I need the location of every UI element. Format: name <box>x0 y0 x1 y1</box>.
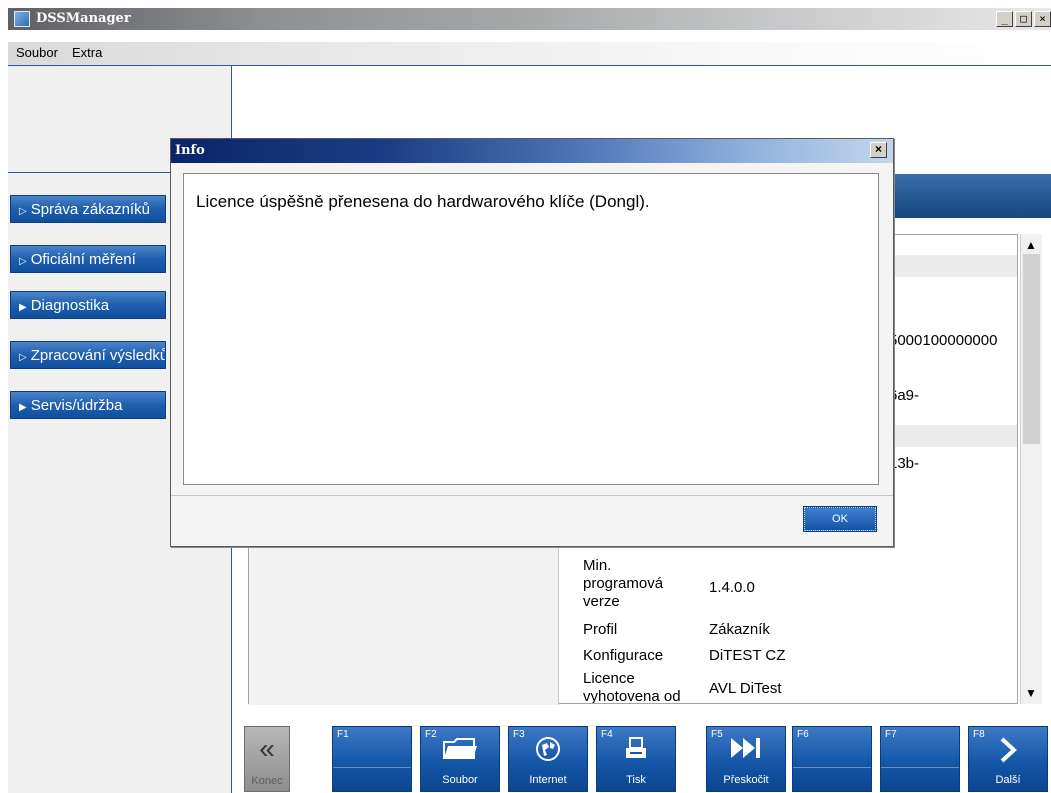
nav-label: Správa zákazníků <box>30 201 150 218</box>
f4-tisk-button[interactable]: F4 Tisk <box>596 726 676 792</box>
f1-label: F1 <box>337 729 349 740</box>
minimize-button[interactable]: _ <box>996 11 1013 27</box>
chevron-right-icon <box>969 736 1047 770</box>
maximize-button[interactable]: □ <box>1015 11 1032 27</box>
nav-label: Diagnostika <box>30 297 110 314</box>
menu-bar: Soubor Extra <box>8 42 1051 66</box>
play-icon: ▶ <box>19 402 27 413</box>
internet-label: Internet <box>529 774 567 786</box>
divider <box>171 495 893 496</box>
f1-button[interactable]: F1 <box>332 726 412 792</box>
nav-label: Oficiální měření <box>30 251 136 268</box>
nav-servis-udrzba[interactable]: ▶ Servis/údržba <box>10 391 166 419</box>
menu-extra[interactable]: Extra <box>72 45 102 60</box>
f7-label: F7 <box>885 729 897 740</box>
app-icon <box>14 11 30 27</box>
vertical-scrollbar[interactable]: ▲ ▼ <box>1020 234 1042 704</box>
scroll-down-icon[interactable]: ▼ <box>1025 686 1037 700</box>
window-title: DSSManager <box>36 11 131 26</box>
nav-oficialni-mereni[interactable]: ▷ Oficiální měření <box>10 245 166 273</box>
double-chevron-left-icon: « <box>259 733 275 764</box>
info-dialog: Info × Licence úspěšně přenesena do hard… <box>170 138 894 547</box>
nav-label: Servis/údržba <box>30 397 123 414</box>
detail-label: Min. programová verze <box>583 557 664 610</box>
detail-label: Konfigurace <box>583 647 664 664</box>
nav-diagnostika[interactable]: ▶ Diagnostika <box>10 291 166 319</box>
tisk-label: Tisk <box>626 774 646 786</box>
divider <box>333 767 411 768</box>
soubor-label: Soubor <box>442 774 478 786</box>
chevron-right-icon: ▷ <box>19 206 27 217</box>
printer-icon <box>597 736 675 768</box>
dialog-close-button[interactable]: × <box>870 142 887 158</box>
preskocit-label: Přeskočit <box>723 774 769 786</box>
globe-icon <box>509 736 587 768</box>
detail-label: Profil <box>583 621 618 638</box>
divider <box>793 767 871 768</box>
skip-forward-icon <box>707 736 785 766</box>
f5-preskocit-button[interactable]: F5 Přeskočit <box>706 726 786 792</box>
konec-label: Konec <box>251 775 283 787</box>
scroll-up-icon[interactable]: ▲ <box>1025 238 1037 252</box>
scroll-thumb[interactable] <box>1023 254 1040 444</box>
detail-value: Zákazník <box>709 621 770 638</box>
nav-sprava-zakazniku[interactable]: ▷ Správa zákazníků <box>10 195 166 223</box>
konec-button[interactable]: « Konec <box>244 726 290 792</box>
dialog-message: Licence úspěšně přenesena do hardwarovéh… <box>196 192 650 211</box>
window-titlebar: DSSManager _ □ × <box>8 8 1051 30</box>
close-button[interactable]: × <box>1034 11 1051 27</box>
detail-value: 1.4.0.0 <box>709 579 755 596</box>
chevron-right-icon: ▷ <box>19 352 27 363</box>
detail-label: Licence vyhotovena od <box>583 670 681 703</box>
chevron-right-icon: ▷ <box>19 256 27 267</box>
detail-value: DiTEST CZ <box>709 647 786 664</box>
f6-button[interactable]: F6 <box>792 726 872 792</box>
menu-soubor[interactable]: Soubor <box>16 45 58 60</box>
f6-label: F6 <box>797 729 809 740</box>
partial-value: 5000100000000 <box>889 332 998 349</box>
nav-label: Zpracování výsledků <box>30 347 166 364</box>
f3-internet-button[interactable]: F3 Internet <box>508 726 588 792</box>
folder-icon <box>421 736 499 768</box>
ok-button[interactable]: OK <box>803 506 877 532</box>
f2-soubor-button[interactable]: F2 Soubor <box>420 726 500 792</box>
play-icon: ▶ <box>19 302 27 313</box>
detail-value: AVL DiTest <box>709 680 782 697</box>
dialog-message-box: Licence úspěšně přenesena do hardwarovéh… <box>183 173 879 485</box>
f7-button[interactable]: F7 <box>880 726 960 792</box>
dialog-title: Info <box>175 143 205 158</box>
divider <box>881 767 959 768</box>
f8-dalsi-button[interactable]: F8 Další <box>968 726 1048 792</box>
nav-zpracovani-vysledku[interactable]: ▷ Zpracování výsledků <box>10 341 166 369</box>
dalsi-label: Další <box>995 774 1021 786</box>
dialog-titlebar: Info × <box>171 139 893 163</box>
section-banner <box>882 174 1051 218</box>
